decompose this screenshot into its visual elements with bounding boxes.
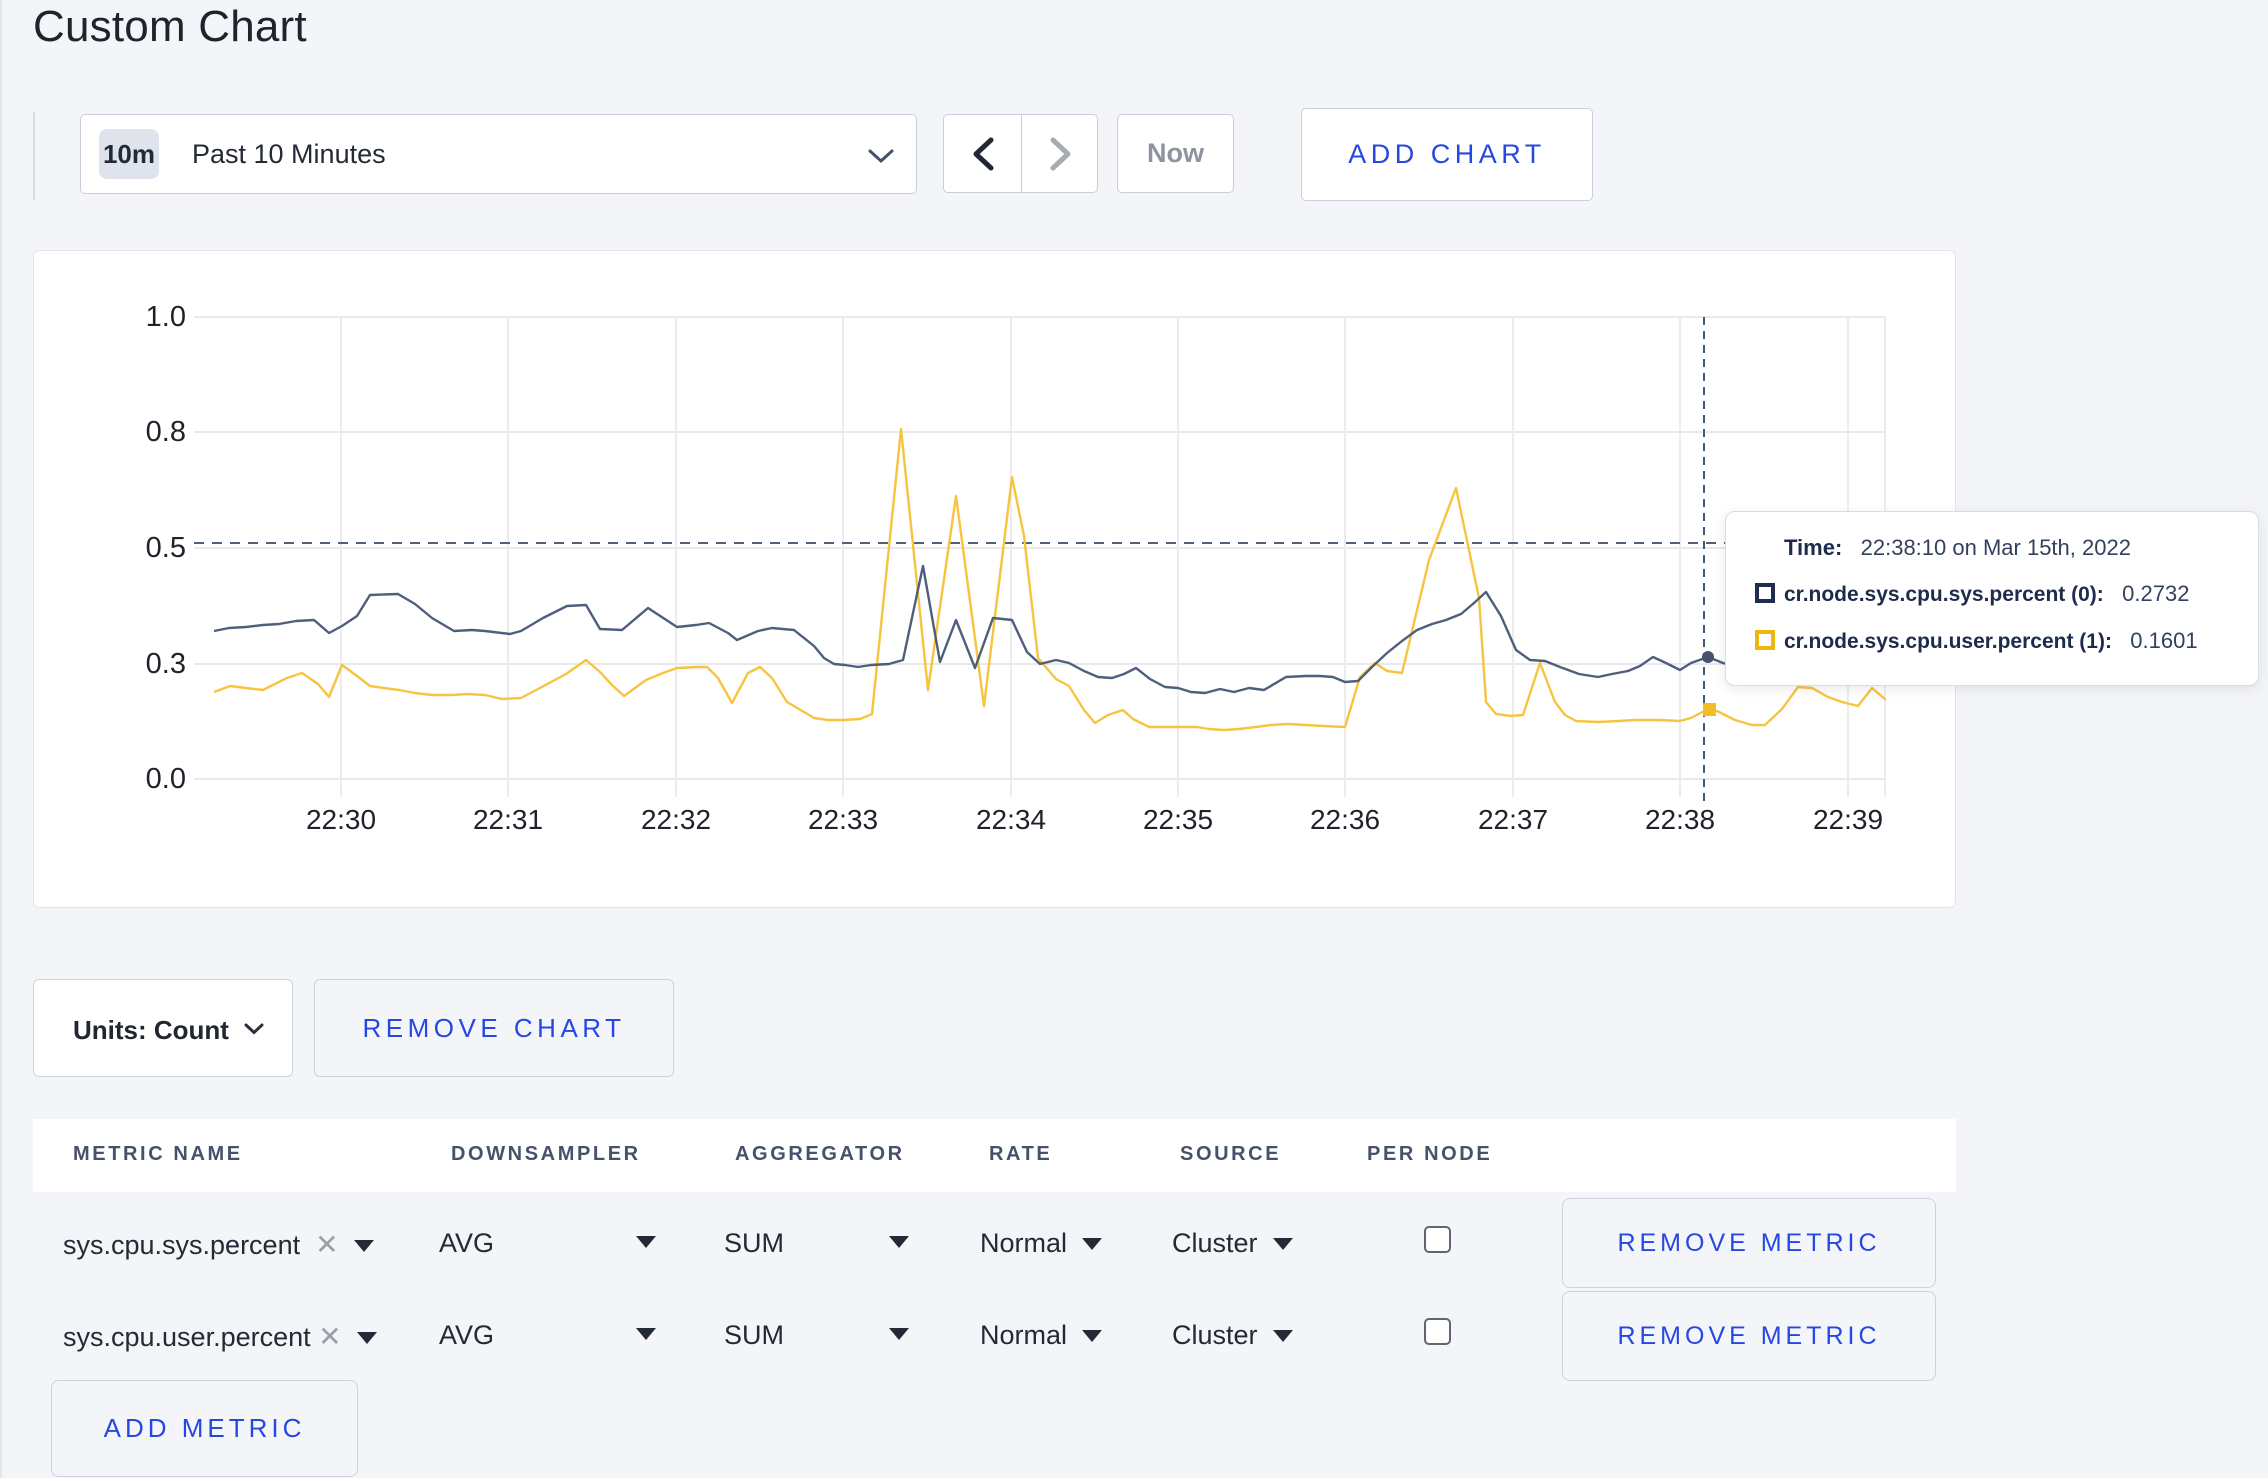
svg-text:22:31: 22:31 — [473, 804, 543, 835]
svg-text:22:35: 22:35 — [1143, 804, 1213, 835]
svg-text:1.0: 1.0 — [146, 301, 186, 333]
svg-text:0.0: 0.0 — [146, 763, 186, 795]
svg-text:22:38: 22:38 — [1645, 804, 1715, 835]
svg-text:22:34: 22:34 — [976, 804, 1046, 835]
svg-text:22:36: 22:36 — [1310, 804, 1380, 835]
svg-text:22:32: 22:32 — [641, 804, 711, 835]
svg-text:22:30: 22:30 — [306, 804, 376, 835]
svg-text:0.3: 0.3 — [146, 648, 186, 680]
svg-text:0.5: 0.5 — [146, 532, 186, 564]
svg-text:0.8: 0.8 — [146, 416, 186, 448]
svg-text:22:39: 22:39 — [1813, 804, 1883, 835]
svg-text:22:33: 22:33 — [808, 804, 878, 835]
svg-text:22:37: 22:37 — [1478, 804, 1548, 835]
